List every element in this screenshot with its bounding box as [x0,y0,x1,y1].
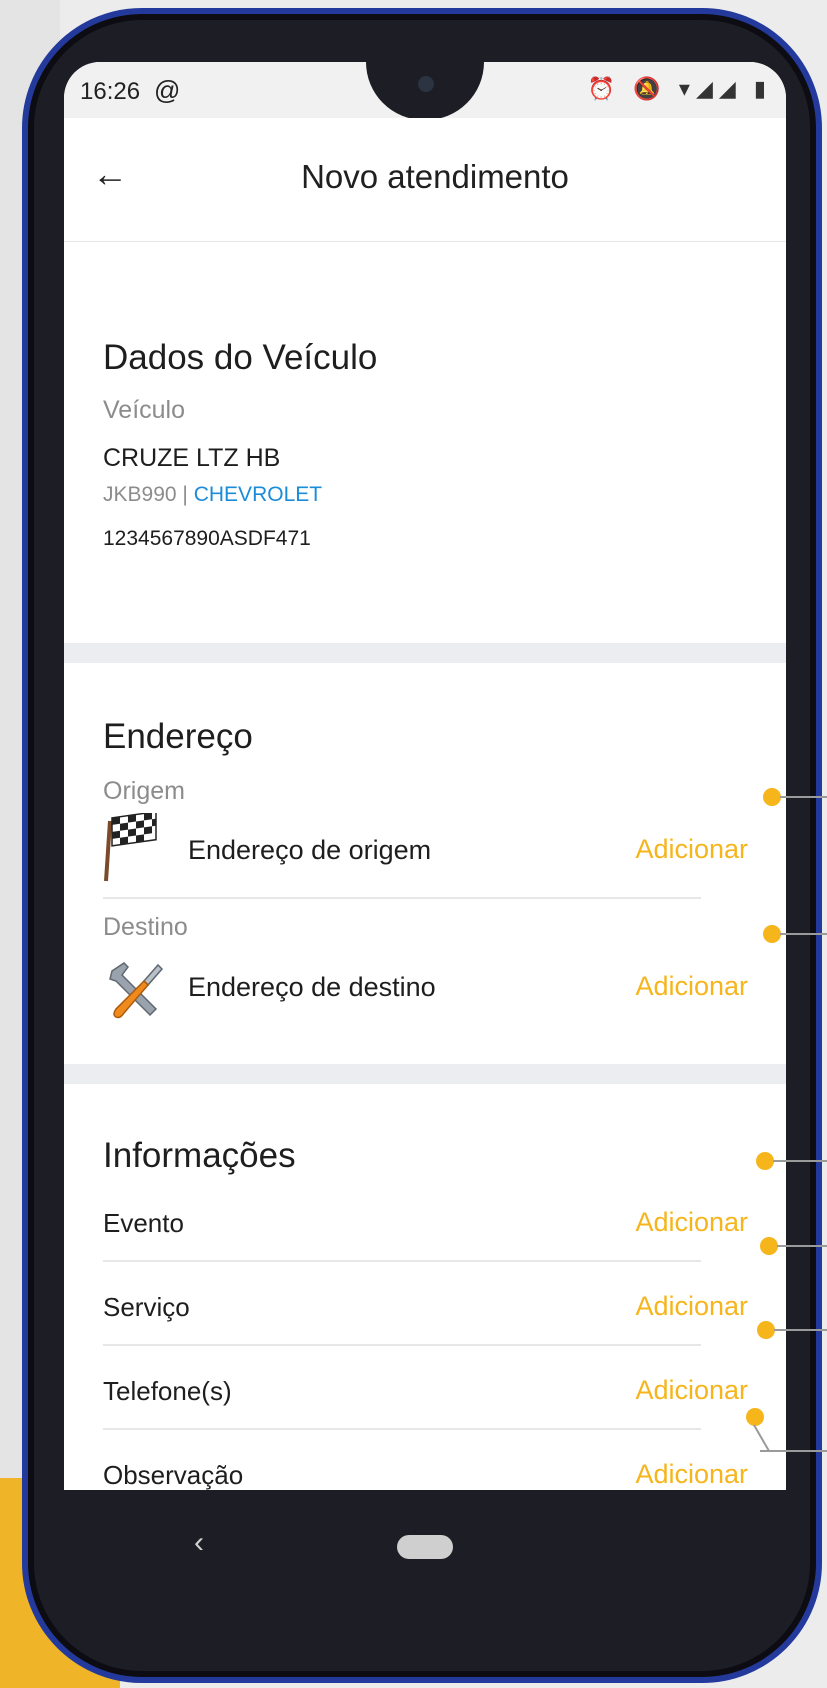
vehicle-plate-line: JKB990 | CHEVROLET [103,483,322,507]
section-divider [64,1064,786,1084]
navigation-bar: ‹ [64,1490,786,1610]
plate-separator: | [182,483,188,506]
vehicle-chassis: 1234567890ASDF471 [103,527,311,550]
destination-label: Destino [103,913,188,941]
vehicle-plate: JKB990 [103,483,177,506]
add-event-button[interactable]: Adicionar [635,1207,748,1238]
vehicle-model: CRUZE LTZ HB [103,444,281,472]
info-row-label: Telefone(s) [103,1376,232,1406]
add-phone-button[interactable]: Adicionar [635,1375,748,1406]
callout-dot [756,1152,774,1170]
address-section-title: Endereço [103,717,253,756]
callout-line [773,1160,827,1162]
status-time: 16:26 [80,78,141,105]
nav-home-pill[interactable] [397,1535,453,1559]
tools-icon [109,962,164,1019]
destination-address-text: Endereço de destino [188,972,436,1002]
status-icons: ⏰ 🔕 ▾◢◢ ▮ [587,76,772,101]
row-divider [103,897,701,899]
add-observation-button[interactable]: Adicionar [635,1459,748,1490]
callout-dot [763,925,781,943]
info-row-label: Serviço [103,1292,190,1322]
vehicle-label: Veículo [103,396,186,424]
at-icon: @ [154,75,181,105]
callout-line [774,1329,827,1331]
add-service-button[interactable]: Adicionar [635,1291,748,1322]
origin-label: Origem [103,777,185,805]
app-screen: 16:26 @ ⏰ 🔕 ▾◢◢ ▮ ← Novo atendimento Dad… [64,62,786,1490]
vehicle-section: Dados do Veículo Veículo CRUZE LTZ HB JK… [64,243,786,643]
address-section: Endereço Origem Endereço de origem Adici… [64,663,786,1064]
callout-dot [760,1237,778,1255]
information-section: Informações Evento Adicionar Serviço Adi… [64,1084,786,1490]
checkered-flag-icon [104,813,157,882]
origin-address-text: Endereço de origem [188,835,432,865]
row-divider [103,1428,701,1430]
add-destination-button[interactable]: Adicionar [635,971,748,1002]
info-row-label: Evento [103,1208,184,1238]
row-divider [103,1344,701,1346]
add-origin-button[interactable]: Adicionar [635,834,748,865]
section-divider [64,643,786,663]
app-bar: ← Novo atendimento [64,118,786,242]
info-row-label: Observação [103,1460,244,1490]
vehicle-section-title: Dados do Veículo [103,338,378,377]
callout-dot [746,1408,764,1426]
callout-line [780,796,827,798]
callout-line [777,1245,827,1247]
callout-dot [757,1321,775,1339]
callout-dot [763,788,781,806]
camera-icon [418,76,434,92]
information-section-title: Informações [103,1136,296,1175]
callout-line [780,933,827,935]
row-divider [103,1260,701,1262]
vehicle-brand: CHEVROLET [193,483,323,506]
nav-back-icon[interactable]: ‹ [194,1526,204,1560]
page-title: Novo atendimento [301,158,569,195]
